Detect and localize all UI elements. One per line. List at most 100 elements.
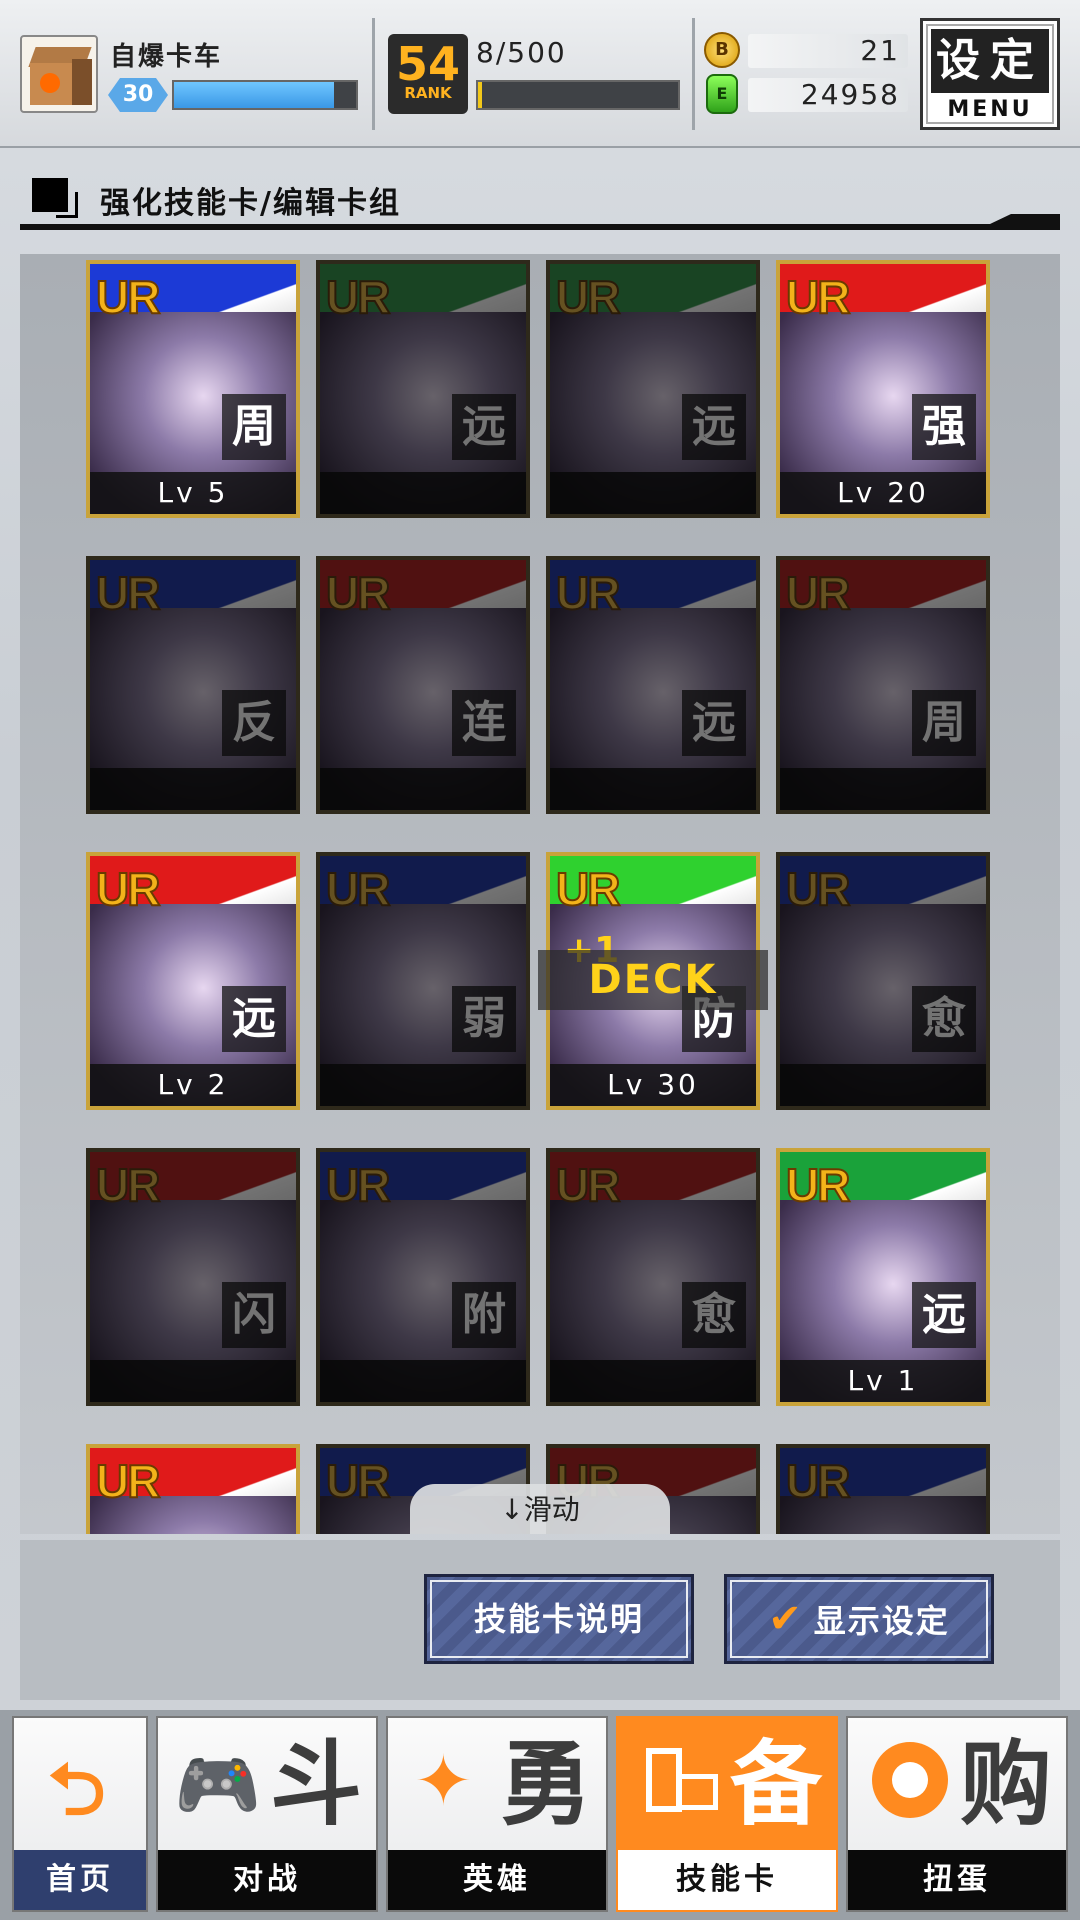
- deck-label: DECK: [538, 950, 768, 1010]
- skill-card[interactable]: UR 闪: [86, 1148, 300, 1406]
- card-level: Lv 2: [90, 1064, 296, 1106]
- card-type: 周: [222, 394, 286, 460]
- rank-badge: 54 RANK: [388, 34, 468, 114]
- skill-card[interactable]: UR 弱: [316, 852, 530, 1110]
- skill-card[interactable]: UR 强 Lv 20: [776, 260, 990, 518]
- nav-hero[interactable]: ✦ 勇 英雄: [386, 1716, 608, 1912]
- nav-gacha[interactable]: 购 扭蛋: [846, 1716, 1068, 1912]
- card-info-button[interactable]: 技能卡说明: [424, 1574, 694, 1664]
- menu-button[interactable]: 设定 MENU: [920, 18, 1060, 130]
- card-type: 远: [912, 1282, 976, 1348]
- skill-card[interactable]: UR 远: [316, 260, 530, 518]
- action-panel: 技能卡说明 ✔ 显示设定: [20, 1540, 1060, 1700]
- menu-button-cn-label: 设定: [931, 29, 1049, 93]
- nav-gacha-label: 扭蛋: [848, 1850, 1066, 1910]
- divider: [692, 18, 695, 130]
- section-title: 强化技能卡/编辑卡组: [100, 186, 401, 221]
- card-rarity: UR: [785, 566, 851, 620]
- nav-home-label: 首页: [14, 1850, 146, 1910]
- top-status-bar: 自爆卡车 30 54 RANK 8/500 B 21 E 24958 设定 ME…: [0, 0, 1080, 148]
- skill-card[interactable]: UR 远: [546, 556, 760, 814]
- nav-battle-glyph: 斗: [269, 1731, 362, 1838]
- skill-card[interactable]: UR 远 Lv 1: [776, 1148, 990, 1406]
- card-rarity: UR: [95, 1454, 161, 1508]
- card-rarity: UR: [95, 566, 161, 620]
- card-type: 远: [222, 986, 286, 1052]
- gem-count: 24958: [748, 78, 908, 112]
- skill-card[interactable]: UR 愈: [546, 1148, 760, 1406]
- display-settings-button[interactable]: ✔ 显示设定: [724, 1574, 994, 1664]
- card-rarity: UR: [555, 1158, 621, 1212]
- card-rarity: UR: [785, 1158, 851, 1212]
- card-rarity: UR: [95, 862, 161, 916]
- player-exp-bar: [172, 80, 358, 110]
- card-rarity: UR: [785, 270, 851, 324]
- skill-card[interactable]: UR 远: [546, 260, 760, 518]
- scroll-hint[interactable]: ↓滑动: [410, 1484, 670, 1534]
- card-type: 连: [452, 690, 516, 756]
- card-rarity: UR: [325, 566, 391, 620]
- card-level: [320, 1360, 526, 1402]
- gamepad-icon: 🎮 斗: [174, 1731, 362, 1838]
- card-level: [550, 768, 756, 810]
- card-rarity: UR: [785, 1454, 851, 1508]
- gem-icon: E: [706, 74, 738, 114]
- back-arrow-icon: ⮌: [48, 1747, 106, 1831]
- card-level: [780, 768, 986, 810]
- skill-card[interactable]: UR 附: [316, 1148, 530, 1406]
- card-type: 强: [912, 394, 976, 460]
- card-level: [550, 1360, 756, 1402]
- player-level-badge: 30: [108, 78, 168, 112]
- card-level: [550, 472, 756, 514]
- card-type: 愈: [912, 986, 976, 1052]
- skill-card[interactable]: UR 周 Lv 5: [86, 260, 300, 518]
- card-level: [320, 768, 526, 810]
- card-rarity: UR: [785, 862, 851, 916]
- check-icon: ✔: [768, 1596, 804, 1642]
- skill-card[interactable]: UR 远 Lv 2: [86, 852, 300, 1110]
- card-level: Lv 20: [780, 472, 986, 514]
- bottom-nav: ⮌ 首页 🎮 斗 对战 ✦ 勇 英雄 备 技能卡 购 扭蛋: [0, 1710, 1080, 1920]
- skill-card-grid[interactable]: UR 周 Lv 5 UR 远 UR 远 UR 强 Lv 20 UR 反 UR 连 UR 远 UR 周 UR 远 Lv 2…: [20, 254, 1060, 1534]
- card-type: 反: [222, 690, 286, 756]
- skill-card[interactable]: UR: [86, 1444, 300, 1534]
- nav-home[interactable]: ⮌ 首页: [12, 1716, 148, 1912]
- nav-gacha-glyph: 购: [959, 1731, 1052, 1838]
- hero-icon: ✦ 勇: [414, 1731, 592, 1838]
- coin-icon: B: [704, 32, 740, 68]
- section-bracket-icon: [56, 192, 78, 218]
- card-info-button-label: 技能卡说明: [473, 1600, 644, 1638]
- card-level: Lv 5: [90, 472, 296, 514]
- skill-card[interactable]: UR 周: [776, 556, 990, 814]
- skill-card[interactable]: UR: [776, 1444, 990, 1534]
- card-type: 附: [452, 1282, 516, 1348]
- card-level: [780, 1064, 986, 1106]
- skill-card[interactable]: UR 愈: [776, 852, 990, 1110]
- nav-battle-label: 对战: [158, 1850, 376, 1910]
- cards-icon: 备: [618, 1718, 836, 1848]
- nav-skill-card[interactable]: 备 技能卡: [616, 1716, 838, 1912]
- coin-count: 21: [748, 34, 908, 68]
- nav-battle[interactable]: 🎮 斗 对战: [156, 1716, 378, 1912]
- skill-card[interactable]: UR 反: [86, 556, 300, 814]
- card-rarity: UR: [325, 270, 391, 324]
- nav-hero-label: 英雄: [388, 1850, 606, 1910]
- card-rarity: UR: [555, 566, 621, 620]
- player-avatar[interactable]: [20, 35, 98, 113]
- nav-hero-glyph: 勇: [499, 1731, 592, 1838]
- menu-button-en-label: MENU: [947, 97, 1033, 122]
- skill-card[interactable]: UR 连: [316, 556, 530, 814]
- card-level: [90, 768, 296, 810]
- rank-progress-bar: [476, 80, 680, 110]
- card-level: Lv 30: [550, 1064, 756, 1106]
- card-type: 愈: [682, 1282, 746, 1348]
- card-level: [320, 1064, 526, 1106]
- card-type: 远: [452, 394, 516, 460]
- divider: [372, 18, 375, 130]
- card-level: [320, 472, 526, 514]
- player-name: 自爆卡车: [110, 42, 223, 72]
- nav-skill-card-label: 技能卡: [618, 1850, 836, 1910]
- section-header: 强化技能卡/编辑卡组: [20, 168, 1060, 234]
- card-rarity: UR: [95, 270, 161, 324]
- card-rarity: UR: [95, 1158, 161, 1212]
